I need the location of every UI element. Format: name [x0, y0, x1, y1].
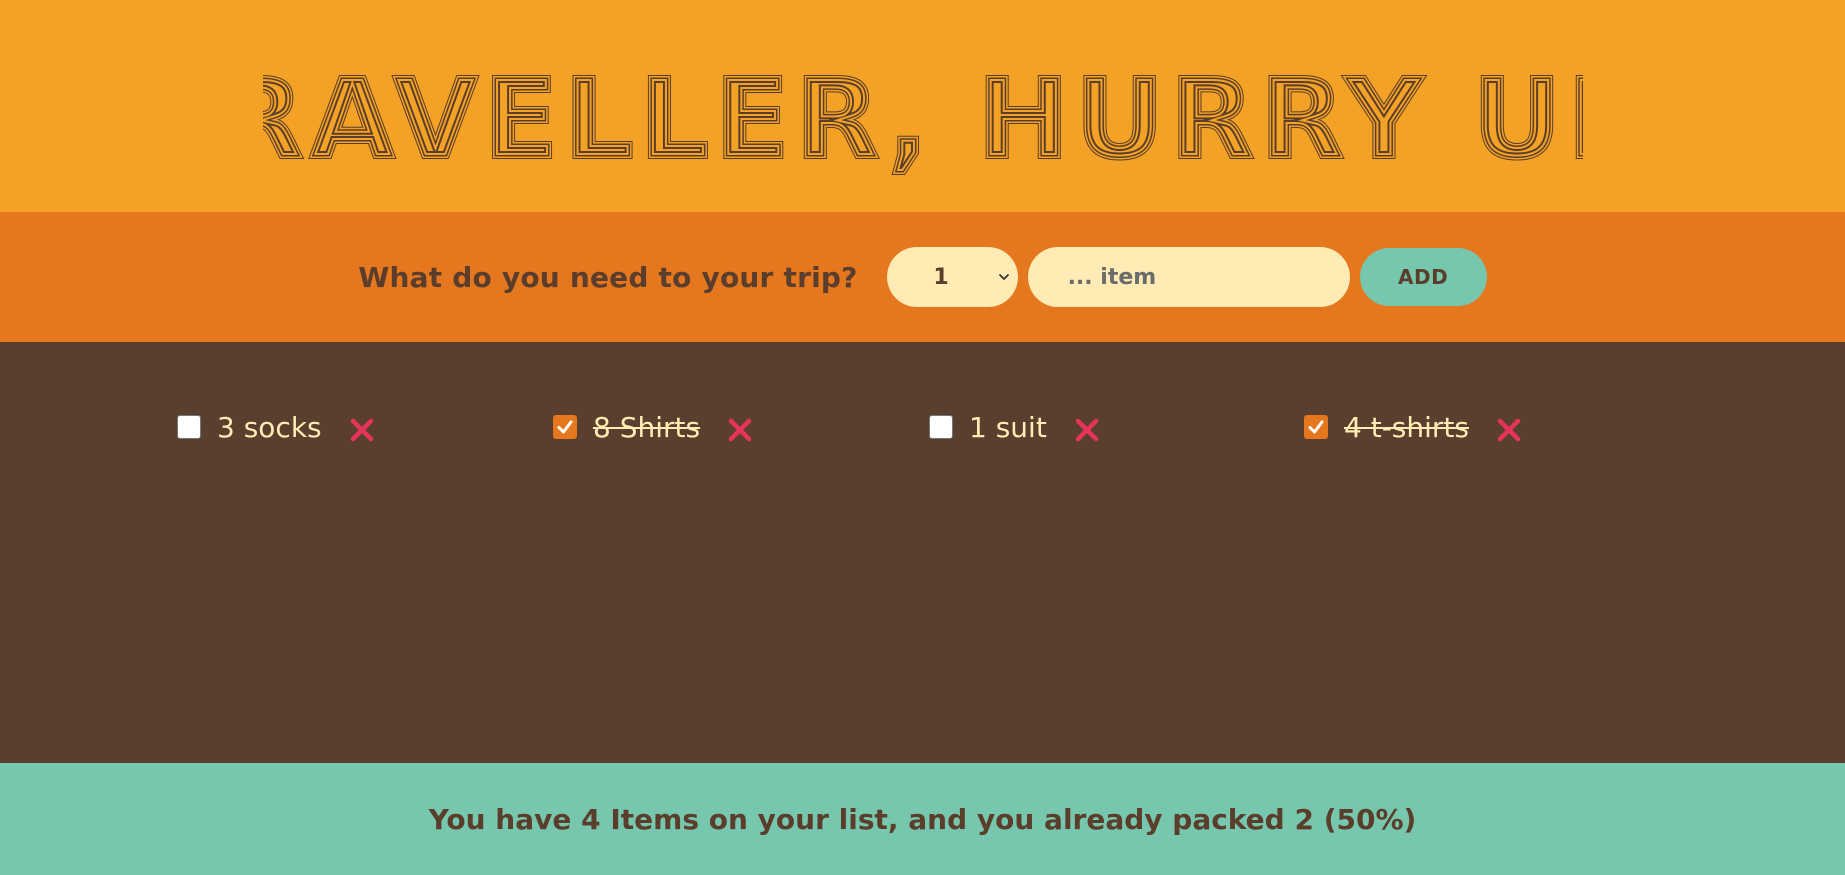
- stats-footer: You have 4 Items on your list, and you a…: [0, 763, 1845, 875]
- item-label: 8 Shirts: [593, 410, 701, 444]
- list-item: 3 socks: [177, 407, 375, 447]
- page-title: TRAVELLER, HURRY UP! TRAVELLER, HURRY UP…: [263, 54, 1583, 176]
- app: TRAVELLER, HURRY UP! TRAVELLER, HURRY UP…: [0, 0, 1845, 875]
- quantity-value: 1: [933, 264, 949, 290]
- quantity-select[interactable]: 1: [886, 247, 1018, 307]
- item-label: 4 t-shirts: [1344, 410, 1469, 444]
- item-checkbox[interactable]: [1304, 415, 1328, 439]
- svg-text:TRAVELLER, HURRY UP!: TRAVELLER, HURRY UP!: [263, 55, 1583, 176]
- add-button[interactable]: ADD: [1359, 248, 1487, 306]
- list-item: 8 Shirts: [553, 407, 753, 447]
- chevron-down-icon: [998, 274, 1009, 280]
- remove-icon[interactable]: [1496, 417, 1522, 443]
- item-input-placeholder: ... item: [1067, 264, 1157, 290]
- add-item-form: What do you need to your trip? 1 ... ite…: [0, 212, 1845, 343]
- remove-icon[interactable]: [349, 417, 375, 443]
- item-label: 3 socks: [217, 410, 322, 444]
- remove-icon[interactable]: [1074, 417, 1100, 443]
- list-item: 1 suit: [929, 407, 1100, 447]
- form-question: What do you need to your trip?: [358, 260, 858, 294]
- list-item: 4 t-shirts: [1304, 407, 1522, 447]
- item-label: 1 suit: [969, 410, 1047, 444]
- remove-icon[interactable]: [727, 417, 753, 443]
- item-checkbox[interactable]: [553, 415, 577, 439]
- packing-list: 3 socks 8 Shirts 1 suit 4 t-shirts: [0, 343, 1845, 763]
- checkmark-icon: [1308, 420, 1324, 434]
- item-checkbox[interactable]: [177, 415, 201, 439]
- checkmark-icon: [557, 420, 573, 434]
- stats-text: You have 4 Items on your list, and you a…: [428, 802, 1417, 836]
- header: TRAVELLER, HURRY UP! TRAVELLER, HURRY UP…: [0, 0, 1845, 212]
- item-checkbox[interactable]: [929, 415, 953, 439]
- item-input[interactable]: ... item: [1027, 247, 1350, 307]
